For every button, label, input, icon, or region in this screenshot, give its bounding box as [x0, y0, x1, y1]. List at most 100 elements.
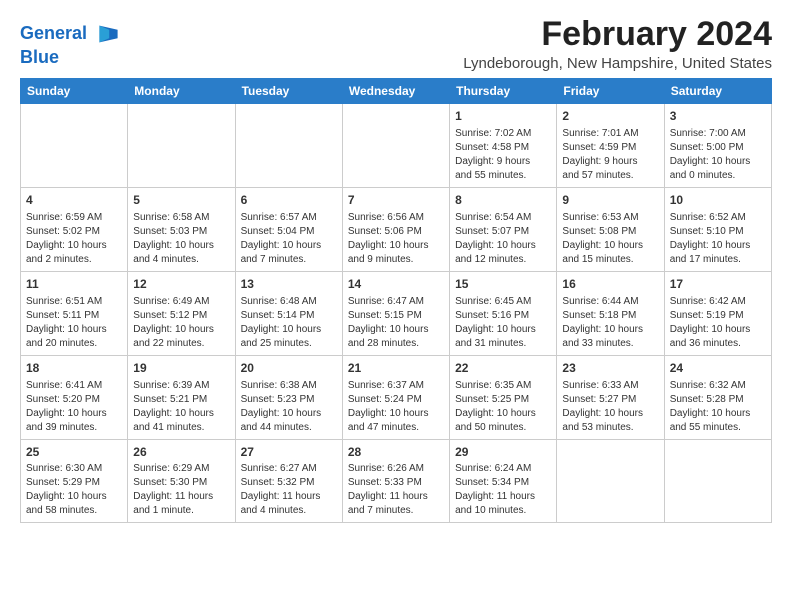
calendar-cell: 24Sunrise: 6:32 AM Sunset: 5:28 PM Dayli…	[664, 355, 771, 439]
day-info: Sunrise: 6:33 AM Sunset: 5:27 PM Dayligh…	[562, 379, 658, 435]
day-info: Sunrise: 7:02 AM Sunset: 4:58 PM Dayligh…	[455, 127, 551, 183]
calendar-cell: 23 Sunrise: 6:33 AM Sunset: 5:27 PM Dayli…	[557, 355, 664, 439]
day-number: 17	[670, 276, 766, 293]
calendar-cell: 21Sunrise: 6:37 AM Sunset: 5:24 PM Dayli…	[342, 355, 449, 439]
calendar-cell: 18 Sunrise: 6:41 AM Sunset: 5:20 PM Dayli…	[21, 355, 128, 439]
subtitle: Lyndeborough, New Hampshire, United Stat…	[463, 55, 772, 72]
day-info: Sunrise: 6:45 AM Sunset: 5:16 PM Dayligh…	[455, 295, 551, 351]
calendar-cell	[235, 104, 342, 188]
calendar-cell: 5 Sunrise: 6:58 AM Sunset: 5:03 PM Daylig…	[128, 188, 235, 272]
day-number: 4	[26, 192, 122, 209]
header: General Blue February 2024 Lyndeborough,…	[20, 16, 772, 72]
day-header-monday: Monday	[128, 79, 235, 104]
calendar-cell	[557, 439, 664, 523]
calendar-cell: 26Sunrise: 6:29 AM Sunset: 5:30 PM Dayli…	[128, 439, 235, 523]
calendar-cell: 17 Sunrise: 6:42 AM Sunset: 5:19 PM Dayli…	[664, 271, 771, 355]
day-info: Sunrise: 6:53 AM Sunset: 5:08 PM Dayligh…	[562, 211, 658, 267]
day-number: 9	[562, 192, 658, 209]
day-header-tuesday: Tuesday	[235, 79, 342, 104]
day-header-thursday: Thursday	[450, 79, 557, 104]
calendar-cell: 13Sunrise: 6:48 AM Sunset: 5:14 PM Dayli…	[235, 271, 342, 355]
calendar-cell: 15 Sunrise: 6:45 AM Sunset: 5:16 PM Dayli…	[450, 271, 557, 355]
day-info: Sunrise: 7:00 AM Sunset: 5:00 PM Dayligh…	[670, 127, 766, 183]
calendar-cell: 25Sunrise: 6:30 AM Sunset: 5:29 PM Dayli…	[21, 439, 128, 523]
calendar-cell: 9 Sunrise: 6:53 AM Sunset: 5:08 PM Daylig…	[557, 188, 664, 272]
day-header-wednesday: Wednesday	[342, 79, 449, 104]
calendar-cell	[128, 104, 235, 188]
day-info: Sunrise: 6:26 AM Sunset: 5:33 PM Dayligh…	[348, 462, 444, 518]
logo: General Blue	[20, 20, 119, 68]
calendar-cell: 7Sunrise: 6:56 AM Sunset: 5:06 PM Daylig…	[342, 188, 449, 272]
day-number: 27	[241, 444, 337, 461]
day-info: Sunrise: 6:59 AM Sunset: 5:02 PM Dayligh…	[26, 211, 122, 267]
calendar-cell: 19Sunrise: 6:39 AM Sunset: 5:21 PM Dayli…	[128, 355, 235, 439]
day-info: Sunrise: 6:32 AM Sunset: 5:28 PM Dayligh…	[670, 379, 766, 435]
day-number: 26	[133, 444, 229, 461]
week-row-0: 1 Sunrise: 7:02 AM Sunset: 4:58 PM Daylig…	[21, 104, 772, 188]
day-number: 13	[241, 276, 337, 293]
day-number: 10	[670, 192, 766, 209]
calendar-cell: 27Sunrise: 6:27 AM Sunset: 5:32 PM Dayli…	[235, 439, 342, 523]
day-header-friday: Friday	[557, 79, 664, 104]
calendar: SundayMondayTuesdayWednesdayThursdayFrid…	[20, 78, 772, 523]
logo-line2: Blue	[20, 48, 119, 68]
day-info: Sunrise: 6:38 AM Sunset: 5:23 PM Dayligh…	[241, 379, 337, 435]
day-info: Sunrise: 6:37 AM Sunset: 5:24 PM Dayligh…	[348, 379, 444, 435]
main-title: February 2024	[463, 16, 772, 53]
calendar-header: SundayMondayTuesdayWednesdayThursdayFrid…	[21, 79, 772, 104]
day-number: 18	[26, 360, 122, 377]
day-info: Sunrise: 6:57 AM Sunset: 5:04 PM Dayligh…	[241, 211, 337, 267]
calendar-cell	[342, 104, 449, 188]
calendar-cell: 16Sunrise: 6:44 AM Sunset: 5:18 PM Dayli…	[557, 271, 664, 355]
calendar-cell: 11Sunrise: 6:51 AM Sunset: 5:11 PM Dayli…	[21, 271, 128, 355]
day-info: Sunrise: 6:30 AM Sunset: 5:29 PM Dayligh…	[26, 462, 122, 518]
day-number: 23	[562, 360, 658, 377]
day-info: Sunrise: 7:01 AM Sunset: 4:59 PM Dayligh…	[562, 127, 658, 183]
calendar-cell: 3 Sunrise: 7:00 AM Sunset: 5:00 PM Daylig…	[664, 104, 771, 188]
day-number: 28	[348, 444, 444, 461]
calendar-cell: 29Sunrise: 6:24 AM Sunset: 5:34 PM Dayli…	[450, 439, 557, 523]
calendar-cell: 4 Sunrise: 6:59 AM Sunset: 5:02 PM Daylig…	[21, 188, 128, 272]
calendar-cell: 6 Sunrise: 6:57 AM Sunset: 5:04 PM Daylig…	[235, 188, 342, 272]
calendar-cell: 28Sunrise: 6:26 AM Sunset: 5:33 PM Dayli…	[342, 439, 449, 523]
calendar-cell: 8 Sunrise: 6:54 AM Sunset: 5:07 PM Daylig…	[450, 188, 557, 272]
day-number: 22	[455, 360, 551, 377]
day-number: 15	[455, 276, 551, 293]
calendar-cell: 14 Sunrise: 6:47 AM Sunset: 5:15 PM Dayli…	[342, 271, 449, 355]
day-header-sunday: Sunday	[21, 79, 128, 104]
day-number: 2	[562, 108, 658, 125]
day-info: Sunrise: 6:35 AM Sunset: 5:25 PM Dayligh…	[455, 379, 551, 435]
day-info: Sunrise: 6:29 AM Sunset: 5:30 PM Dayligh…	[133, 462, 229, 518]
day-number: 1	[455, 108, 551, 125]
logo-text: General	[20, 24, 87, 44]
day-info: Sunrise: 6:24 AM Sunset: 5:34 PM Dayligh…	[455, 462, 551, 518]
calendar-cell: 2 Sunrise: 7:01 AM Sunset: 4:59 PM Daylig…	[557, 104, 664, 188]
day-number: 25	[26, 444, 122, 461]
day-info: Sunrise: 6:27 AM Sunset: 5:32 PM Dayligh…	[241, 462, 337, 518]
day-number: 3	[670, 108, 766, 125]
calendar-cell: 22 Sunrise: 6:35 AM Sunset: 5:25 PM Dayli…	[450, 355, 557, 439]
day-info: Sunrise: 6:42 AM Sunset: 5:19 PM Dayligh…	[670, 295, 766, 351]
day-number: 29	[455, 444, 551, 461]
calendar-cell: 12Sunrise: 6:49 AM Sunset: 5:12 PM Dayli…	[128, 271, 235, 355]
week-row-3: 18 Sunrise: 6:41 AM Sunset: 5:20 PM Dayli…	[21, 355, 772, 439]
day-number: 6	[241, 192, 337, 209]
day-number: 14	[348, 276, 444, 293]
calendar-cell: 1 Sunrise: 7:02 AM Sunset: 4:58 PM Daylig…	[450, 104, 557, 188]
day-number: 7	[348, 192, 444, 209]
day-number: 16	[562, 276, 658, 293]
day-number: 5	[133, 192, 229, 209]
week-row-2: 11Sunrise: 6:51 AM Sunset: 5:11 PM Dayli…	[21, 271, 772, 355]
week-row-4: 25Sunrise: 6:30 AM Sunset: 5:29 PM Dayli…	[21, 439, 772, 523]
day-info: Sunrise: 6:39 AM Sunset: 5:21 PM Dayligh…	[133, 379, 229, 435]
day-info: Sunrise: 6:47 AM Sunset: 5:15 PM Dayligh…	[348, 295, 444, 351]
calendar-cell: 10Sunrise: 6:52 AM Sunset: 5:10 PM Dayli…	[664, 188, 771, 272]
day-info: Sunrise: 6:49 AM Sunset: 5:12 PM Dayligh…	[133, 295, 229, 351]
title-area: February 2024 Lyndeborough, New Hampshir…	[463, 16, 772, 72]
calendar-cell	[21, 104, 128, 188]
calendar-cell: 20Sunrise: 6:38 AM Sunset: 5:23 PM Dayli…	[235, 355, 342, 439]
day-info: Sunrise: 6:41 AM Sunset: 5:20 PM Dayligh…	[26, 379, 122, 435]
day-info: Sunrise: 6:58 AM Sunset: 5:03 PM Dayligh…	[133, 211, 229, 267]
day-number: 8	[455, 192, 551, 209]
day-info: Sunrise: 6:54 AM Sunset: 5:07 PM Dayligh…	[455, 211, 551, 267]
